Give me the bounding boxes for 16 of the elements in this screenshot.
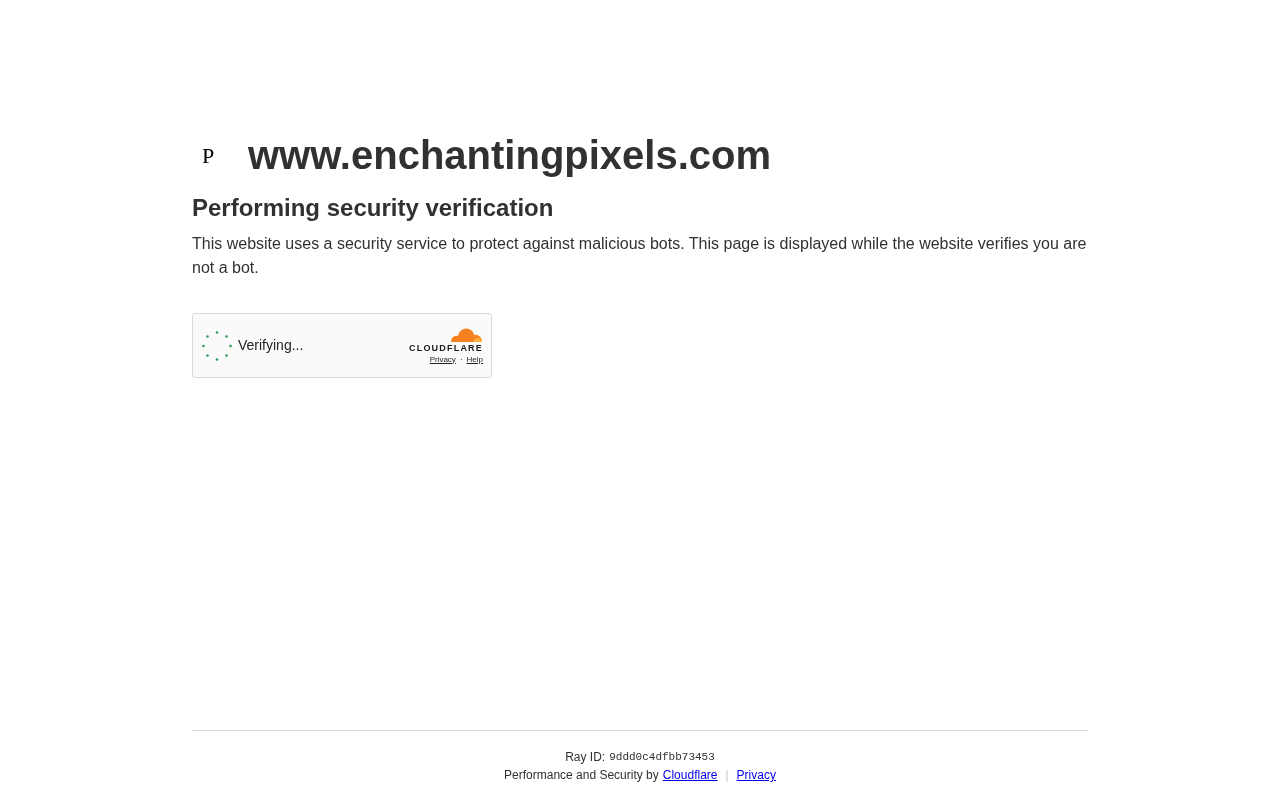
privacy-link[interactable]: Privacy — [429, 353, 456, 366]
help-link[interactable]: Help — [466, 353, 483, 366]
description-text: This website uses a security service to protect against malicious bots. This page is displayed while the website verifies you are not a bot. — [192, 234, 1088, 278]
status-text: Verifying... — [238, 336, 304, 355]
ray-id-label: Ray ID: — [565, 749, 606, 766]
page-heading: Performing security verification — [192, 193, 555, 223]
brand-text: CLOUDFLARE — [409, 341, 483, 354]
ray-id-value: 9ddd0c4dfbb73453 — [609, 750, 715, 765]
privacy-link[interactable]: Privacy — [736, 766, 776, 784]
spinner-icon — [201, 329, 233, 362]
site-domain: www.enchantingpixels.com — [248, 135, 772, 175]
separator-dot: · — [459, 353, 463, 366]
site-favicon: P — [200, 141, 216, 170]
cloudflare-link[interactable]: Cloudflare — [662, 766, 718, 784]
credit-text: Performance and Security by — [504, 767, 659, 784]
separator: | — [725, 767, 729, 784]
